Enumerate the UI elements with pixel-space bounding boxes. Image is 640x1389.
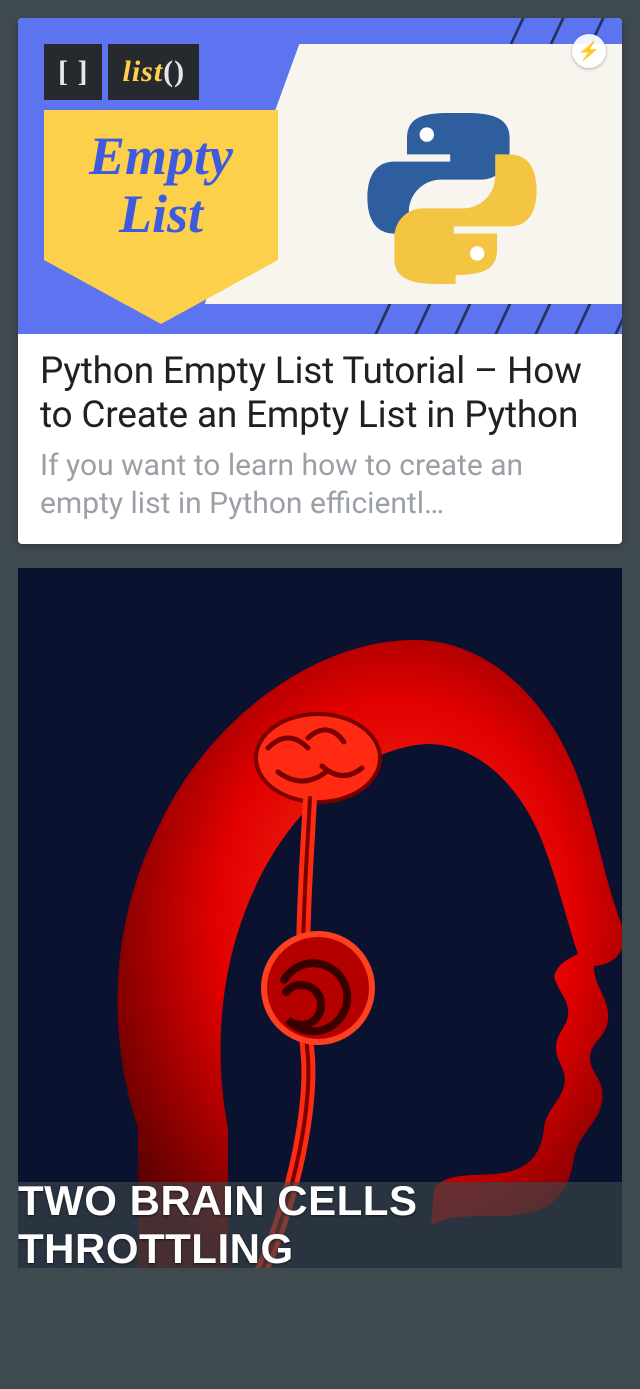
code-chip-brackets: [ ] — [44, 44, 102, 100]
cover-code-chips: [ ] list() — [44, 44, 199, 100]
code-chip-list-call: list() — [108, 44, 199, 100]
code-func-text: list — [122, 55, 163, 89]
article-description: If you want to learn how to create an em… — [40, 447, 600, 522]
code-brackets-text: [ ] — [58, 55, 88, 89]
banner-word-top: Empty — [89, 129, 233, 183]
amp-glyph: ⚡ — [578, 41, 600, 62]
meme-image: TWO BRAIN CELLS THROTTLING — [18, 568, 622, 1268]
banner-word-bottom: List — [119, 187, 203, 241]
article-cover-image: [ ] list() Empty List — [18, 18, 622, 334]
page-root: [ ] list() Empty List — [0, 0, 640, 1389]
python-logo-icon — [362, 104, 542, 284]
meme-caption-bar: TWO BRAIN CELLS THROTTLING — [18, 1182, 622, 1268]
cover-banner: Empty List — [44, 110, 278, 324]
code-parens-text: () — [163, 55, 185, 89]
article-title: Python Empty List Tutorial – How to Crea… — [40, 350, 600, 437]
article-text-block: Python Empty List Tutorial – How to Crea… — [18, 334, 622, 544]
meme-caption-text: TWO BRAIN CELLS THROTTLING — [18, 1177, 622, 1268]
brain-head-illustration — [18, 568, 622, 1268]
amp-badge-icon: ⚡ — [572, 34, 606, 68]
article-card[interactable]: [ ] list() Empty List — [18, 18, 622, 544]
